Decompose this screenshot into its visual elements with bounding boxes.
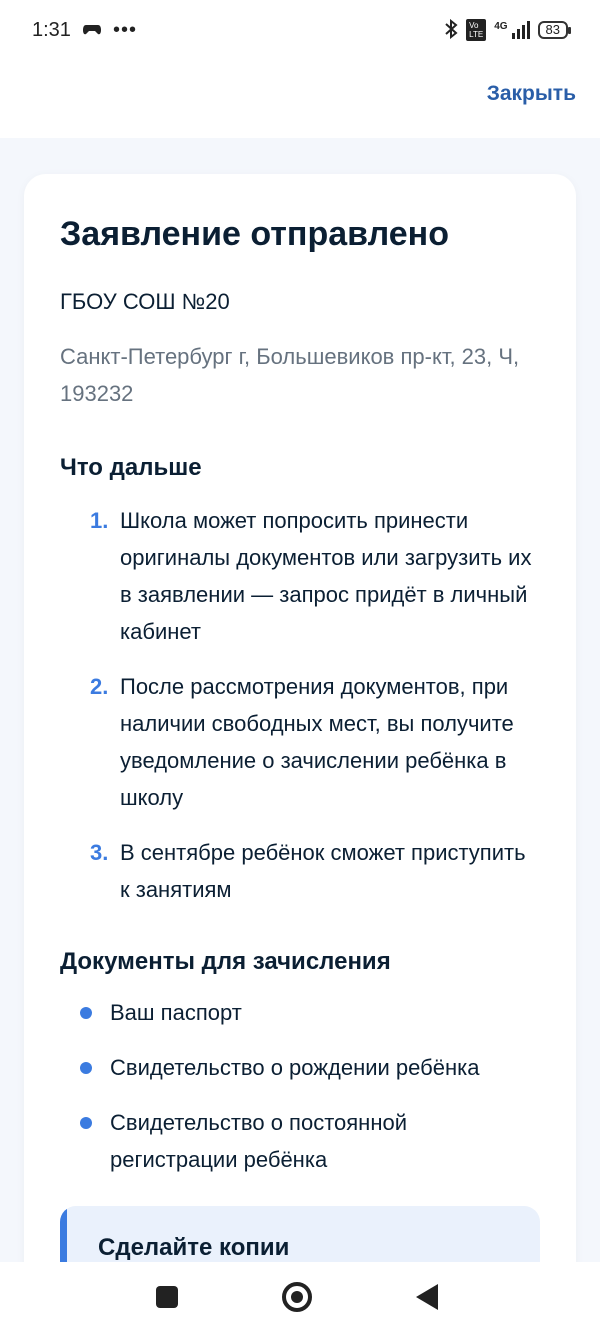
nav-recents-icon[interactable]	[156, 1286, 178, 1308]
bluetooth-icon	[444, 18, 458, 42]
list-item: Свидетельство о рождении ребёнка	[80, 1049, 540, 1086]
document-name: Ваш паспорт	[110, 1000, 242, 1025]
list-item: Свидетельство о постоянной регистрации р…	[80, 1104, 540, 1178]
signal-icon: 4G	[494, 21, 530, 39]
nav-home-icon[interactable]	[282, 1282, 312, 1312]
next-steps-list: 1. Школа может попросить принести оригин…	[60, 502, 540, 908]
confirmation-card: Заявление отправлено ГБОУ СОШ №20 Санкт-…	[24, 174, 576, 1324]
more-dots-icon: •••	[112, 18, 137, 41]
step-number: 1.	[90, 508, 109, 533]
step-number: 2.	[90, 674, 109, 699]
system-nav-bar	[0, 1262, 600, 1332]
page-title: Заявление отправлено	[60, 215, 449, 253]
list-item: 1. Школа может попросить принести оригин…	[90, 502, 540, 650]
bullet-icon	[80, 1007, 92, 1019]
list-item: Ваш паспорт	[80, 994, 540, 1031]
copies-heading: Сделайте копии	[98, 1234, 290, 1261]
network-type: 4G	[494, 21, 508, 32]
status-bar: 1:31 ••• Vo LTE 4G 83	[0, 0, 600, 60]
list-item: 3. В сентябре ребёнок сможет приступить …	[90, 834, 540, 908]
documents-heading: Документы для зачисления	[60, 948, 391, 975]
document-name: Свидетельство о постоянной регистрации р…	[110, 1110, 407, 1172]
battery-icon: 83	[537, 21, 572, 39]
school-address: Санкт-Петербург г, Большевиков пр-кт, 23…	[60, 344, 520, 406]
close-button[interactable]: Закрыть	[487, 82, 576, 106]
gamepad-icon	[82, 19, 101, 42]
bullet-icon	[80, 1062, 92, 1074]
next-steps-heading: Что дальше	[60, 454, 202, 481]
bullet-icon	[80, 1117, 92, 1129]
battery-level: 83	[545, 22, 560, 37]
step-text: В сентябре ребёнок сможет приступить к з…	[120, 840, 526, 902]
step-number: 3.	[90, 840, 109, 865]
nav-back-icon[interactable]	[416, 1284, 438, 1310]
document-name: Свидетельство о рождении ребёнка	[110, 1055, 480, 1080]
step-text: После рассмотрения документов, при налич…	[120, 674, 514, 810]
volte-icon: Vo LTE	[466, 19, 487, 41]
status-time: 1:31	[32, 18, 71, 41]
documents-list: Ваш паспорт Свидетельство о рождении реб…	[60, 994, 540, 1178]
list-item: 2. После рассмотрения документов, при на…	[90, 668, 540, 816]
top-bar: Закрыть	[0, 60, 600, 138]
step-text: Школа может попросить принести оригиналы…	[120, 508, 532, 644]
school-name: ГБОУ СОШ №20	[60, 289, 230, 314]
